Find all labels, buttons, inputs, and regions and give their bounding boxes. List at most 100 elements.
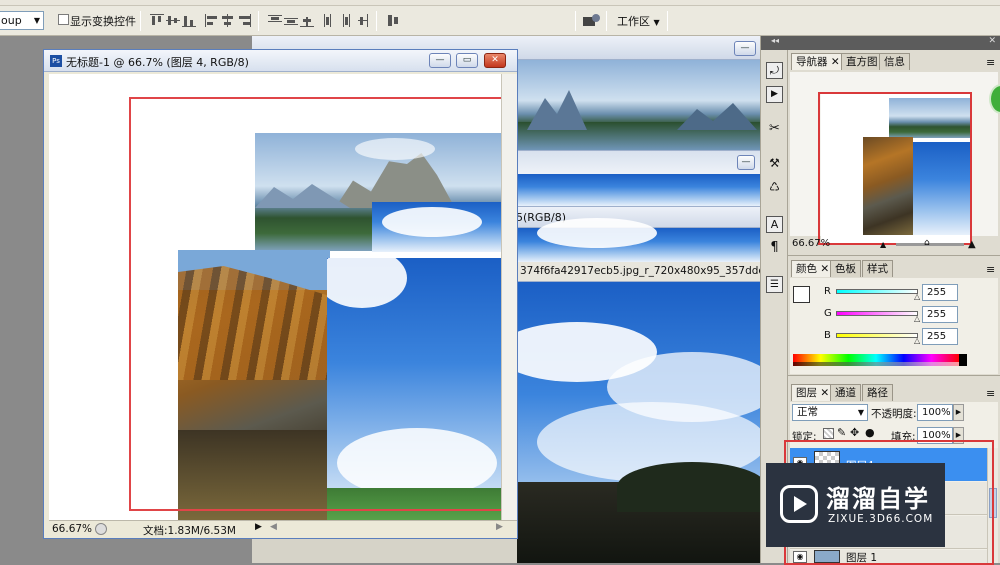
tab-layers[interactable]: 图层 ✕ [791,384,835,401]
align-right-icon[interactable] [237,14,251,27]
blend-mode-select[interactable]: 正常 ▼ [792,404,868,421]
toolbar-separator [376,11,377,31]
minimize-button[interactable]: — [429,53,451,68]
tab-histogram[interactable]: 直方图 [841,53,883,70]
lock-transparent-icon[interactable] [823,428,834,439]
lock-all-icon[interactable]: ● [865,426,875,439]
channel-b-label: B [824,330,831,341]
align-vcenter-icon[interactable] [166,14,180,27]
align-bottom-icon[interactable] [182,14,196,27]
lock-position-icon[interactable]: ✥ [850,426,859,439]
channel-g-value[interactable]: 255 [922,306,958,323]
workspace-label: 工作区 [617,15,650,28]
minimize-button[interactable]: — [734,41,756,56]
navigator-zoom[interactable]: 66.67% [792,238,830,249]
distribute-top-icon[interactable] [268,14,282,27]
tab-label: 通道 [835,387,856,399]
document-window[interactable]: Ps 无标题-1 @ 66.7% (图层 4, RGB/8) — ▭ ✕ ▼ [43,49,518,539]
show-transform-checkbox[interactable] [58,14,69,25]
close-tab-icon[interactable]: ✕ [831,56,840,68]
close-button[interactable]: ✕ [484,53,506,68]
foreground-color-swatch[interactable] [793,286,810,303]
distribute-bottom-icon[interactable] [300,14,314,27]
align-hcenter-icon[interactable] [221,14,235,27]
distribute-vcenter-icon[interactable] [284,14,298,27]
lock-pixels-icon[interactable]: ✎ [837,426,846,439]
channel-g-label: G [824,308,832,319]
status-info-icon[interactable] [95,523,107,535]
layer-comps-icon[interactable]: ☰ [766,276,783,293]
watermark: 溜溜自学 ZIXUE.3D66.COM [766,463,945,547]
vertical-scrollbar[interactable]: ▼ [501,74,517,535]
sky-strip [517,174,764,206]
distribute-left-icon[interactable] [323,14,337,27]
align-top-icon[interactable] [150,14,164,27]
file-browser-icon[interactable] [583,14,601,27]
tab-color[interactable]: 颜色 ✕ [791,260,835,277]
document-size: 文档:1.83M/6.53M [143,525,236,537]
tab-navigator[interactable]: 导航器 ✕ [791,53,845,70]
channel-r-label: R [824,286,831,297]
zoom-readout[interactable]: 66.67% [52,523,92,535]
zoom-slider[interactable] [896,243,964,246]
zoom-out-icon[interactable]: ▲ [880,240,886,249]
channel-r-slider[interactable] [836,289,918,294]
history-icon[interactable]: ⤾ [766,62,783,79]
tab-swatches[interactable]: 色板 [830,260,861,277]
tool-presets-icon[interactable]: ✂ [766,121,783,138]
document-titlebar[interactable]: Ps 无标题-1 @ 66.7% (图层 4, RGB/8) — ▭ ✕ [44,50,517,72]
tab-paths[interactable]: 路径 [862,384,893,401]
panel-menu-icon[interactable]: ≡ [986,263,996,276]
slider-handle-icon[interactable]: △ [914,292,920,301]
collapse-arrows-icon[interactable]: ◂◂ [761,36,789,50]
auto-select-dropdown[interactable]: oup ▼ [0,11,44,30]
color-ramp-black[interactable] [959,354,967,366]
panel-menu-icon[interactable]: ≡ [986,56,996,69]
actions-play-icon[interactable]: ▶ [766,86,783,103]
chevron-down-icon: ▼ [857,408,864,417]
navigator-highlight [818,92,972,245]
tab-info[interactable]: 信息 [879,53,910,70]
scroll-left-icon[interactable]: ◀ [270,522,277,532]
tab-label: 图层 [796,387,817,399]
status-menu-arrow-icon[interactable]: ▶ [255,522,262,532]
watermark-brand: 溜溜自学 [826,485,930,513]
scroll-right-icon[interactable]: ▶ [496,522,503,532]
character-icon[interactable]: A [766,216,783,233]
channel-g-slider[interactable] [836,311,918,316]
close-panel-icon[interactable]: ✕ [988,36,996,46]
background-filename: 374f6fa42917ecb5.jpg_r_720x480x95_357ddc… [520,265,791,277]
tab-label: 信息 [884,56,905,68]
slider-handle-icon[interactable]: △ [914,336,920,345]
show-transform-label: 显示变换控件 [70,15,136,28]
channel-b-slider[interactable] [836,333,918,338]
maximize-button[interactable]: ▭ [456,53,478,68]
close-tab-icon[interactable]: ✕ [820,387,829,399]
chevron-down-icon: ▼ [33,16,40,25]
channel-r-value[interactable]: 255 [922,284,958,301]
tab-channels[interactable]: 通道 [830,384,861,401]
distribute-right-icon[interactable] [355,14,369,27]
workspace-menu[interactable]: 工作区 ▼ [617,13,660,29]
auto-align-layers-icon[interactable] [386,14,400,27]
align-left-icon[interactable] [205,14,219,27]
color-ramp[interactable] [793,354,959,366]
slider-handle-icon[interactable]: △ [914,314,920,323]
auto-select-value: oup [1,14,22,27]
canvas[interactable] [49,74,501,520]
clone-source-icon[interactable]: ♺ [766,180,783,197]
tab-label: 颜色 [796,263,817,275]
brushes-icon[interactable]: ⚒ [766,156,783,173]
opacity-arrow-icon[interactable]: ▶ [953,404,964,421]
minimize-button[interactable]: — [737,155,755,170]
filename-bar: 374f6fa42917ecb5.jpg_r_720x480x95_357ddc… [514,262,790,282]
channel-b-value[interactable]: 255 [922,328,958,345]
zoom-slider-handle[interactable]: ⌂ [924,238,930,248]
zoom-in-icon[interactable]: ▲ [968,239,976,250]
distribute-hcenter-icon[interactable] [339,14,353,27]
paragraph-icon[interactable]: ¶ [766,240,783,257]
tab-styles[interactable]: 样式 [862,260,893,277]
opacity-value[interactable]: 100% [917,404,953,421]
panel-menu-icon[interactable]: ≡ [986,387,996,400]
close-tab-icon[interactable]: ✕ [820,263,829,275]
